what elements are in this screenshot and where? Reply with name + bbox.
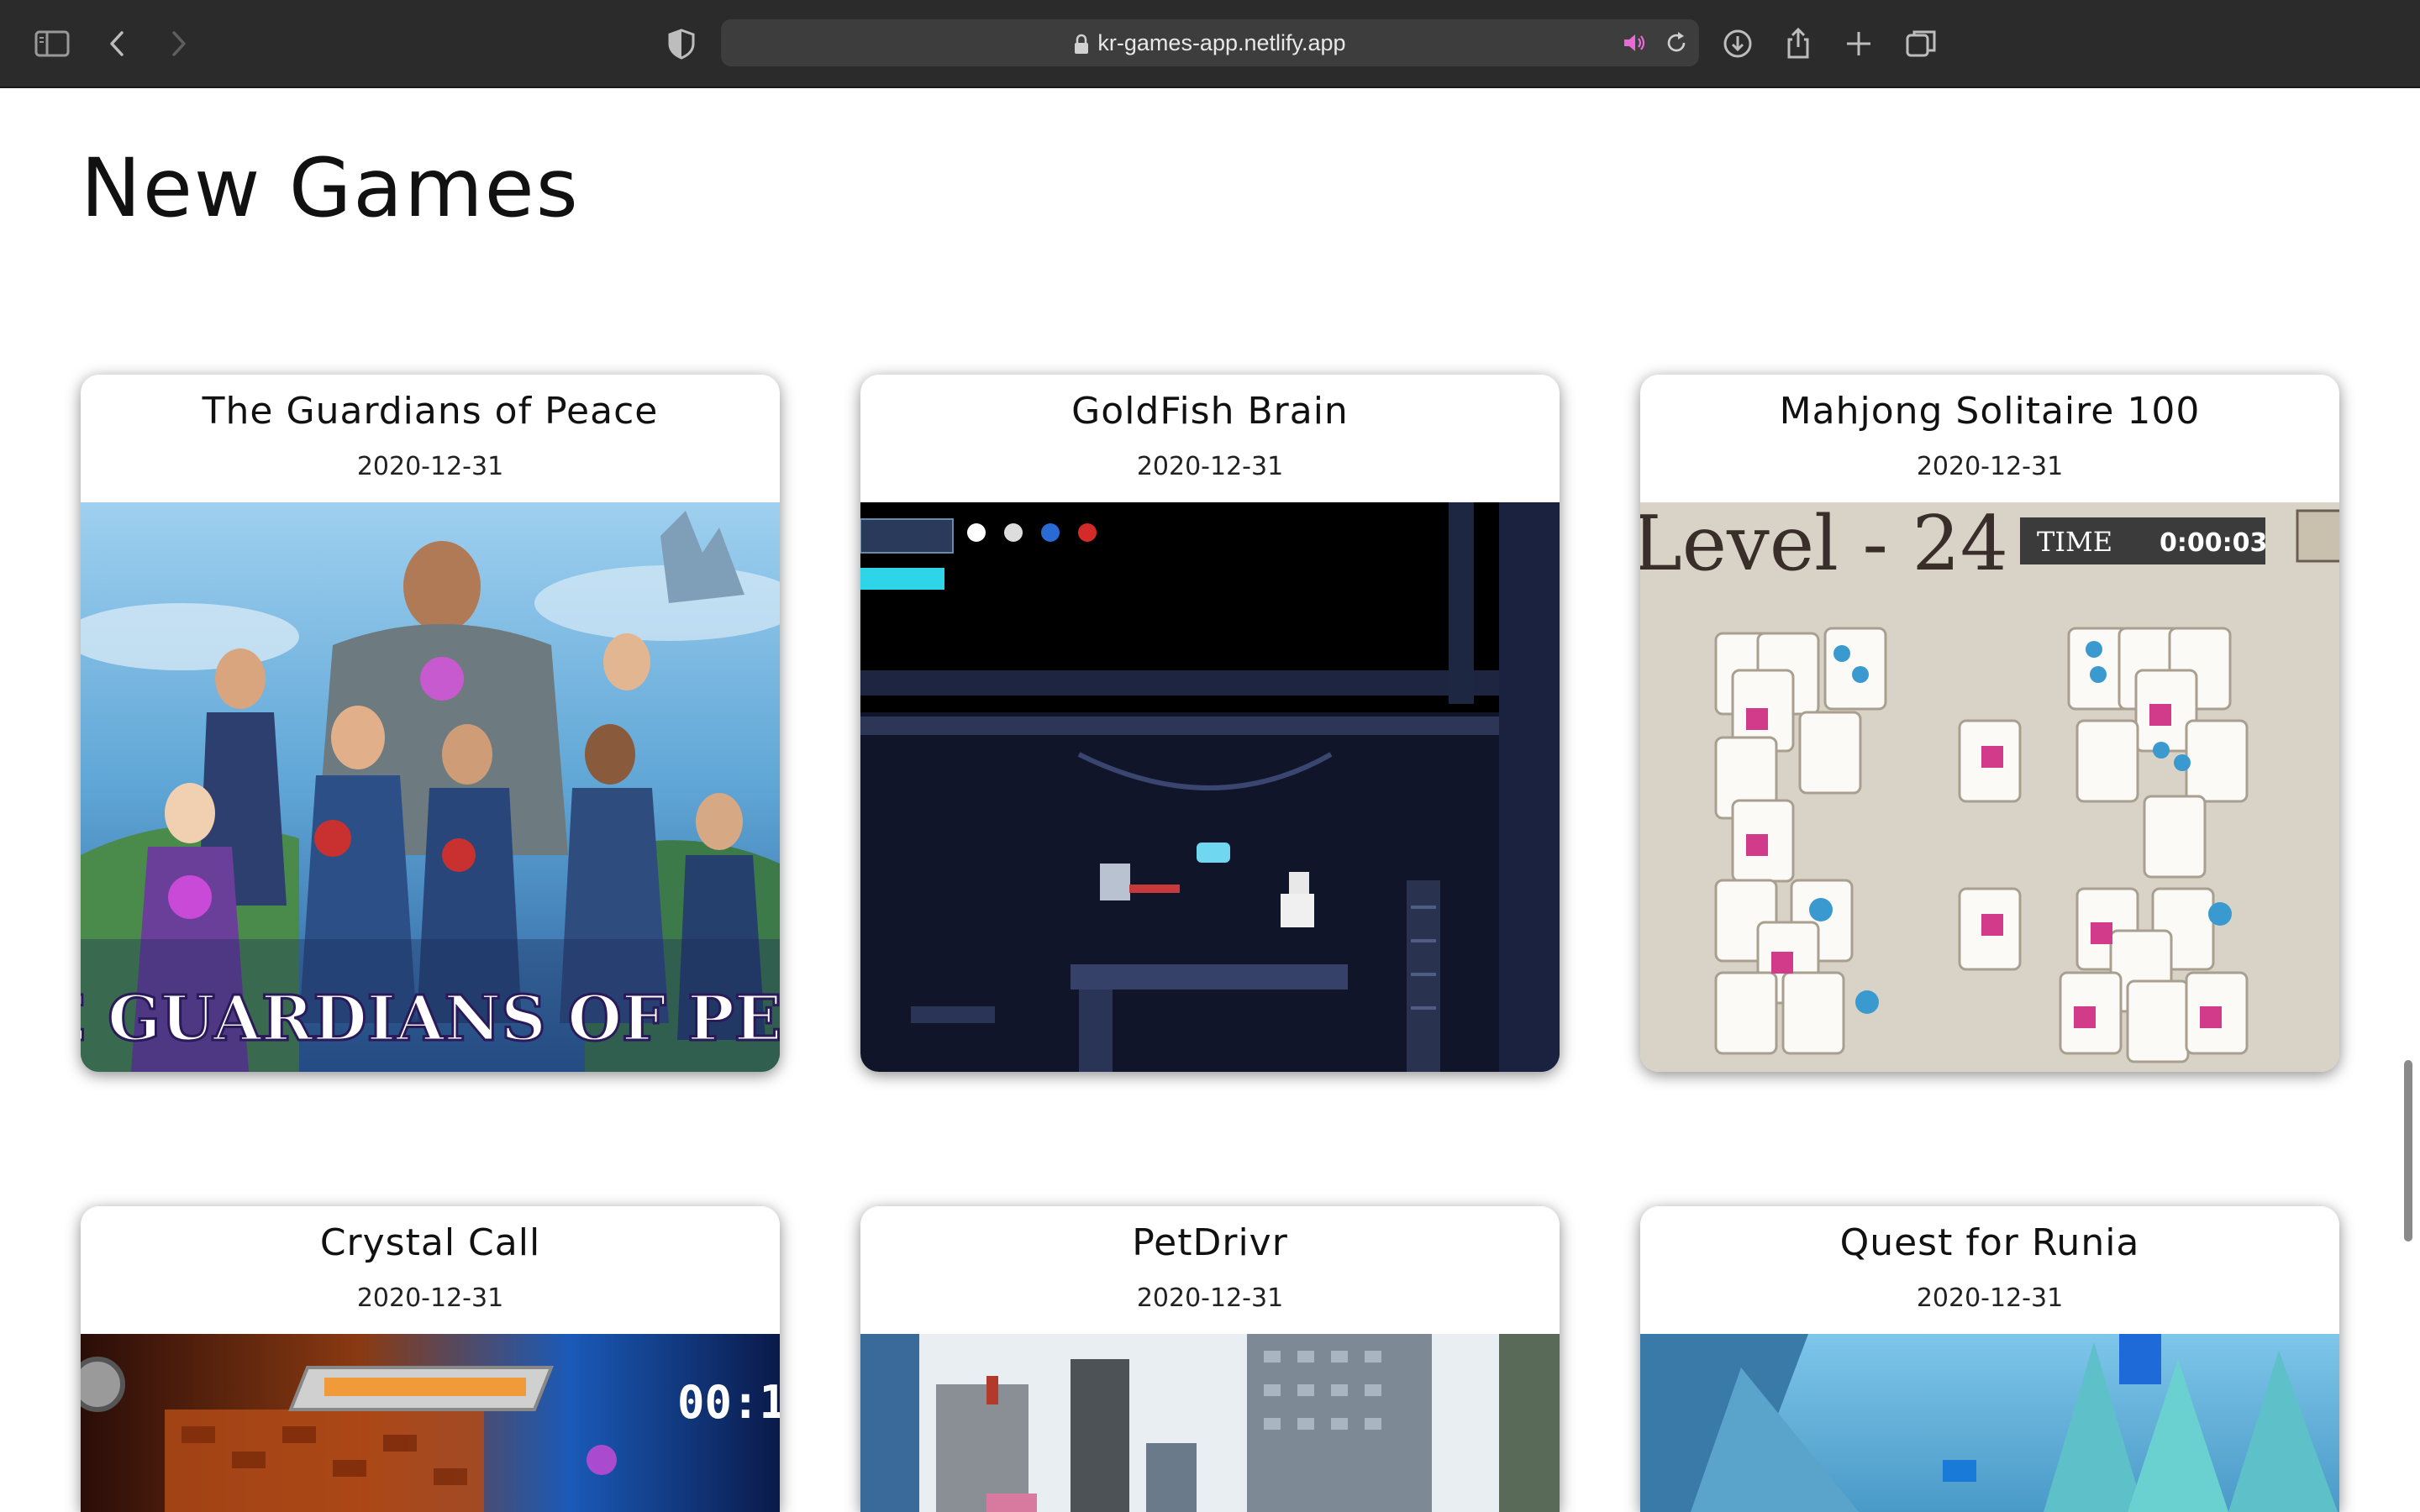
game-date: 2020-12-31 bbox=[356, 1284, 504, 1313]
address-bar-url[interactable]: kr-games-app.netlify.app bbox=[721, 19, 1699, 66]
game-title[interactable]: Mahjong Solitaire 100 bbox=[1640, 390, 2339, 433]
lock-icon bbox=[1075, 34, 1089, 54]
game-card[interactable]: The Guardians of Peace 2020-12-31 GUARDI… bbox=[81, 375, 780, 1072]
game-title[interactable]: The Guardians of Peace bbox=[81, 390, 780, 433]
speaker-icon[interactable] bbox=[1622, 30, 1647, 55]
game-thumbnail[interactable]: THE GUARDIANS OF PEACE bbox=[81, 502, 780, 1072]
petdrivr-artwork bbox=[860, 1334, 1560, 1512]
game-card[interactable]: GoldFish Brain 2020-12-31 bbox=[860, 375, 1560, 1072]
game-date: 2020-12-31 bbox=[356, 452, 504, 481]
download-icon[interactable] bbox=[1719, 25, 1756, 62]
address-bar[interactable]: kr-games-app.netlify.app bbox=[721, 19, 1699, 66]
game-card[interactable]: PetDrivr 2020-12-31 bbox=[860, 1206, 1560, 1512]
mahjong-artwork: Level - 24 TIME 0:00:03 bbox=[1640, 502, 2339, 1072]
crystal-call-timer: 00:1 bbox=[677, 1376, 780, 1429]
shield-icon[interactable] bbox=[663, 25, 700, 62]
page-title: New Games bbox=[81, 141, 580, 235]
browser-toolbar: kr-games-app.netlify.app bbox=[0, 0, 2420, 88]
reload-icon[interactable] bbox=[1664, 30, 1689, 55]
game-thumbnail[interactable] bbox=[1640, 1334, 2339, 1512]
mahjong-level-text: Level - 24 bbox=[1640, 502, 2008, 588]
game-card[interactable]: Mahjong Solitaire 100 2020-12-31 Level -… bbox=[1640, 375, 2339, 1072]
guardians-logo-text: THE GUARDIANS OF PEACE bbox=[81, 983, 780, 1055]
back-icon[interactable] bbox=[99, 25, 136, 62]
guardians-artwork: THE GUARDIANS OF PEACE bbox=[81, 502, 780, 1072]
sidebar-icon[interactable] bbox=[34, 25, 71, 62]
goldfish-artwork bbox=[860, 502, 1560, 1072]
mahjong-time-label: TIME bbox=[2037, 526, 2112, 558]
url-label: kr-games-app.netlify.app bbox=[1097, 30, 1346, 55]
crystal-call-artwork: 00:1 bbox=[81, 1334, 780, 1512]
mahjong-time-value: 0:00:03 bbox=[2160, 528, 2267, 558]
game-thumbnail[interactable] bbox=[860, 502, 1560, 1072]
game-card[interactable]: Quest for Runia 2020-12-31 bbox=[1640, 1206, 2339, 1512]
quest-for-runia-artwork bbox=[1640, 1334, 2339, 1512]
game-date: 2020-12-31 bbox=[1136, 1284, 1284, 1313]
game-thumbnail[interactable] bbox=[860, 1334, 1560, 1512]
page-scrollbar[interactable] bbox=[2404, 1060, 2412, 1242]
game-title[interactable]: PetDrivr bbox=[860, 1221, 1560, 1264]
game-card[interactable]: Crystal Call 2020-12-31 00:1 bbox=[81, 1206, 780, 1512]
game-date: 2020-12-31 bbox=[1916, 1284, 2064, 1313]
game-title[interactable]: Crystal Call bbox=[81, 1221, 780, 1264]
game-date: 2020-12-31 bbox=[1136, 452, 1284, 481]
game-title[interactable]: GoldFish Brain bbox=[860, 390, 1560, 433]
game-thumbnail[interactable]: Level - 24 TIME 0:00:03 bbox=[1640, 502, 2339, 1072]
tabs-overview-icon[interactable] bbox=[1902, 25, 1939, 62]
game-thumbnail[interactable]: 00:1 bbox=[81, 1334, 780, 1512]
share-icon[interactable] bbox=[1780, 25, 1817, 62]
new-tab-icon[interactable] bbox=[1840, 25, 1877, 62]
forward-icon[interactable] bbox=[160, 25, 197, 62]
game-date: 2020-12-31 bbox=[1916, 452, 2064, 481]
game-title[interactable]: Quest for Runia bbox=[1640, 1221, 2339, 1264]
